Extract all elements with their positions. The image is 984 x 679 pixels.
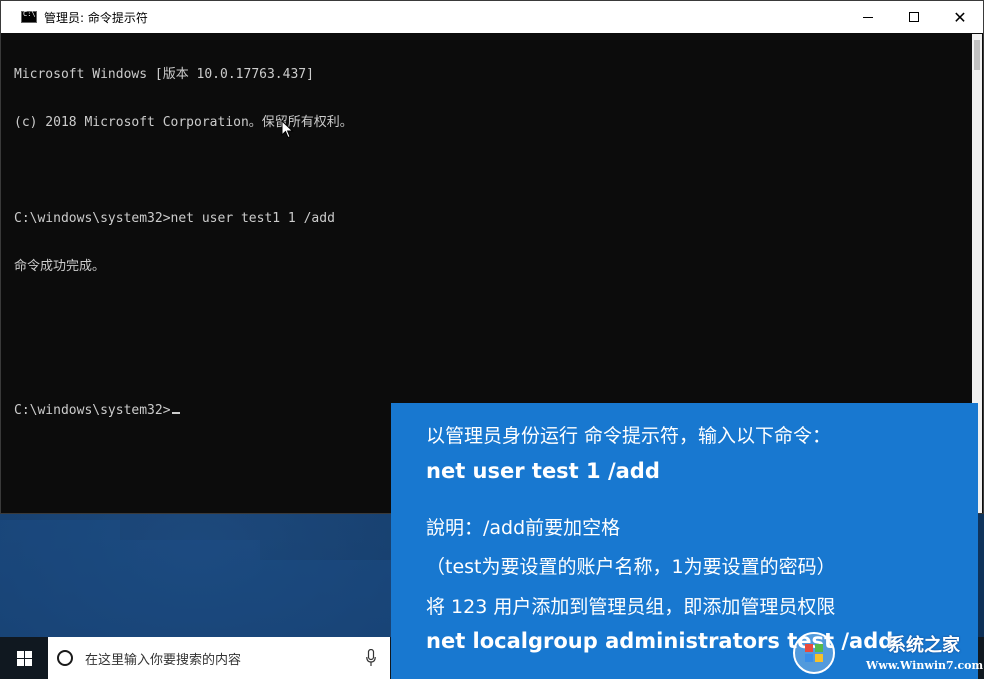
windows-logo-icon	[16, 650, 32, 666]
console-line: (c) 2018 Microsoft Corporation。保留所有权利。	[14, 115, 353, 130]
instruction-note-detail: （test为要设置的账户名称，1为要设置的密码）	[426, 556, 836, 578]
close-icon: ✕	[953, 7, 967, 27]
start-button[interactable]	[0, 637, 48, 679]
maximize-button[interactable]	[891, 1, 937, 33]
taskbar-search-box[interactable]: 在这里输入你要搜索的内容	[48, 637, 390, 679]
wallpaper-shape	[260, 560, 391, 637]
microphone-icon[interactable]	[366, 649, 376, 667]
close-button[interactable]: ✕	[937, 1, 983, 33]
watermark-brand: 系统之家	[888, 635, 960, 656]
window-controls: ✕	[845, 1, 983, 33]
minimize-button[interactable]	[845, 1, 891, 33]
scrollbar-thumb[interactable]	[974, 40, 980, 70]
wallpaper-shape	[120, 540, 260, 637]
cortana-icon[interactable]	[57, 650, 73, 666]
watermark-url: Www.Winwin7.com	[866, 659, 984, 672]
mouse-pointer-icon	[281, 120, 294, 139]
title-bar[interactable]: 管理员: 命令提示符 ✕	[1, 1, 983, 33]
instruction-intro: 以管理员身份运行 命令提示符，输入以下命令：	[426, 425, 832, 447]
instruction-admin-step: 将 123 用户添加到管理员组，即添加管理员权限	[426, 596, 836, 618]
console-line: Microsoft Windows [版本 10.0.17763.437]	[14, 67, 314, 82]
console-prompt: C:\windows\system32>	[14, 403, 171, 418]
text-cursor	[171, 412, 180, 414]
wallpaper-shape	[0, 520, 120, 637]
instruction-note: 說明：/add前要加空格	[426, 517, 621, 539]
watermark-logo-icon	[793, 632, 835, 674]
cmd-icon	[21, 10, 37, 23]
window-title: 管理员: 命令提示符	[44, 10, 148, 25]
console-line: 命令成功完成。	[14, 259, 106, 274]
watermark: 系统之家 Www.Winwin7.com	[792, 627, 984, 679]
search-placeholder: 在这里输入你要搜索的内容	[85, 652, 242, 668]
console-line: C:\windows\system32>net user test1 1 /ad…	[14, 211, 335, 226]
instruction-command: net user test 1 /add	[426, 459, 660, 483]
